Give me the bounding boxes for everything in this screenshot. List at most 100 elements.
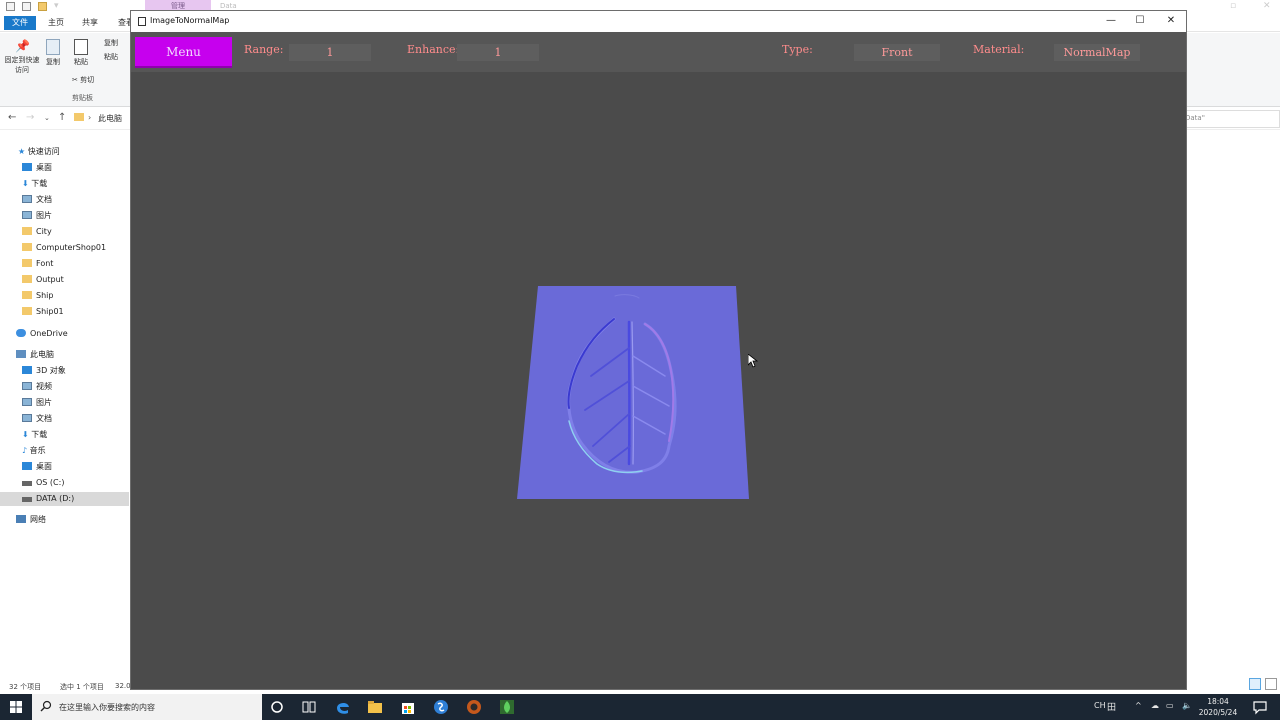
file-explorer-icon[interactable] <box>366 698 384 716</box>
file-list-area <box>1187 131 1280 678</box>
enhance-input[interactable]: 1 <box>457 44 539 61</box>
breadcrumb[interactable]: 此电脑 <box>98 113 122 124</box>
volume-icon[interactable]: 🔈 <box>1182 701 1192 710</box>
music-note-icon: ♪ <box>22 446 30 455</box>
status-size: 32.0 <box>115 682 131 690</box>
cut-label: 剪切 <box>80 76 95 84</box>
normal-map-plane[interactable] <box>517 286 749 499</box>
pin-quick-access-button[interactable]: 📌 固定到快速访问 <box>4 39 40 75</box>
paste-shortcut-button[interactable]: 粘贴 <box>104 52 118 62</box>
nav-folder-output[interactable]: Output <box>22 273 64 287</box>
nav-this-pc[interactable]: 此电脑 <box>16 348 54 362</box>
notification-center-icon[interactable] <box>1251 698 1269 716</box>
nav-label: 快速访问 <box>27 147 60 156</box>
store-icon[interactable] <box>399 698 417 716</box>
range-input[interactable]: 1 <box>289 44 371 61</box>
folder-icon <box>22 275 32 283</box>
up-arrow-icon[interactable]: ↑ <box>58 112 66 123</box>
ime-mode-icon[interactable]: 田 <box>1107 700 1116 713</box>
clock-time: 18:04 <box>1207 697 1229 706</box>
paste-icon <box>74 39 88 55</box>
nav-folder-ship01[interactable]: Ship01 <box>22 305 64 319</box>
forward-arrow-icon[interactable]: → <box>26 112 34 123</box>
copy-icon <box>46 39 60 55</box>
quick-access-icon[interactable] <box>6 2 15 11</box>
nav-label: 音乐 <box>29 446 46 455</box>
tab-file[interactable]: 文件 <box>4 16 36 30</box>
nav-music[interactable]: ♪ 音乐 <box>22 444 46 458</box>
nav-folder-city[interactable]: City <box>22 225 52 239</box>
back-arrow-icon[interactable]: ← <box>8 112 16 123</box>
enhance-label: Enhance: <box>407 43 460 56</box>
tray-app-icon[interactable]: ☁ <box>1151 701 1159 710</box>
network-status-icon[interactable]: ▭ <box>1166 701 1174 710</box>
nav-quick-access[interactable]: ★ 快速访问 <box>18 145 60 159</box>
cortana-icon[interactable] <box>268 698 286 716</box>
nav-desktop[interactable]: 桌面 <box>22 161 52 175</box>
nav-label: DATA (D:) <box>36 494 75 503</box>
navigation-pane: ★ 快速访问 桌面 ⬇ 下载 文档 图片 City ComputerShop01… <box>0 140 129 680</box>
search-input[interactable]: Data" <box>1180 110 1280 128</box>
quick-access-check-icon[interactable] <box>22 2 31 11</box>
nav-downloads-pc[interactable]: ⬇ 下载 <box>22 428 47 442</box>
app-titlebar[interactable]: ImageToNormalMap — ☐ ✕ <box>131 11 1186 32</box>
task-view-icon[interactable] <box>300 698 318 716</box>
copy-path-button[interactable]: 复制 <box>104 38 118 48</box>
nav-downloads[interactable]: ⬇ 下载 <box>22 177 47 191</box>
tab-home[interactable]: 主页 <box>44 16 68 30</box>
recent-dropdown-icon[interactable]: ⌄ <box>44 114 50 122</box>
menu-button[interactable]: Menu <box>135 37 232 68</box>
image-to-normalmap-taskbar-icon[interactable] <box>498 698 516 716</box>
taskbar-clock[interactable]: 18:04 2020/5/24 <box>1193 696 1243 718</box>
nav-folder-font[interactable]: Font <box>22 257 53 271</box>
nav-drive-c[interactable]: OS (C:) <box>22 476 64 490</box>
type-selector[interactable]: Front <box>854 44 940 61</box>
nav-3d-objects[interactable]: 3D 对象 <box>22 364 66 378</box>
nav-documents-pc[interactable]: 文档 <box>22 412 52 426</box>
qa-dropdown-icon[interactable]: ▾ <box>54 1 59 11</box>
cut-button[interactable]: ✂ 剪切 <box>72 75 94 85</box>
close-icon[interactable]: ✕ <box>1164 14 1178 28</box>
nav-network[interactable]: 网络 <box>16 513 46 527</box>
tab-share[interactable]: 共享 <box>78 16 102 30</box>
sogou-browser-icon[interactable] <box>432 698 450 716</box>
material-selector[interactable]: NormalMap <box>1054 44 1140 61</box>
download-arrow-icon: ⬇ <box>22 179 32 188</box>
windows-start-icon[interactable] <box>0 694 32 720</box>
nav-onedrive[interactable]: OneDrive <box>16 327 68 341</box>
nav-pictures-pc[interactable]: 图片 <box>22 396 52 410</box>
edge-browser-icon[interactable] <box>334 698 352 716</box>
copy-button[interactable]: 复制 <box>42 39 64 67</box>
nav-documents[interactable]: 文档 <box>22 193 52 207</box>
nav-folder-ship[interactable]: Ship <box>22 289 53 303</box>
minimize-icon[interactable]: — <box>1104 14 1118 28</box>
nav-folder-computershop[interactable]: ComputerShop01 <box>22 241 106 255</box>
nav-label: 视频 <box>36 382 52 391</box>
maximize-icon[interactable]: ☐ <box>1133 14 1147 28</box>
nav-pictures[interactable]: 图片 <box>22 209 52 223</box>
network-icon <box>16 515 26 523</box>
folder-icon <box>22 243 32 251</box>
folder-icon <box>22 307 32 315</box>
show-hidden-icons-chevron-icon[interactable]: ^ <box>1135 701 1142 710</box>
nav-videos[interactable]: 视频 <box>22 380 52 394</box>
nav-drive-d[interactable]: DATA (D:) <box>0 492 129 506</box>
explorer-close-icon[interactable]: ✕ <box>1263 1 1271 11</box>
large-icons-view-button[interactable] <box>1265 678 1277 690</box>
app-running-icon[interactable] <box>465 698 483 716</box>
copy-path-label: 复制 <box>104 39 118 47</box>
taskbar-search-placeholder: 在这里输入你要搜索的内容 <box>59 703 155 712</box>
nav-label: 网络 <box>30 515 46 524</box>
quick-access-folder-icon[interactable] <box>38 2 47 11</box>
cut-icon: ✂ <box>72 76 78 84</box>
explorer-restore-icon[interactable]: ▫ <box>1230 1 1236 11</box>
ime-indicator[interactable]: CH <box>1094 701 1106 710</box>
breadcrumb-chevron-icon[interactable]: › <box>88 113 91 122</box>
details-view-button[interactable] <box>1249 678 1261 690</box>
paste-button[interactable]: 粘贴 <box>70 39 92 67</box>
nav-label: Ship <box>36 291 54 300</box>
nav-label: 文档 <box>36 195 52 204</box>
3d-viewport[interactable] <box>131 72 1186 689</box>
taskbar-search-box[interactable]: 在这里输入你要搜索的内容 <box>32 694 262 720</box>
nav-desktop-pc[interactable]: 桌面 <box>22 460 52 474</box>
